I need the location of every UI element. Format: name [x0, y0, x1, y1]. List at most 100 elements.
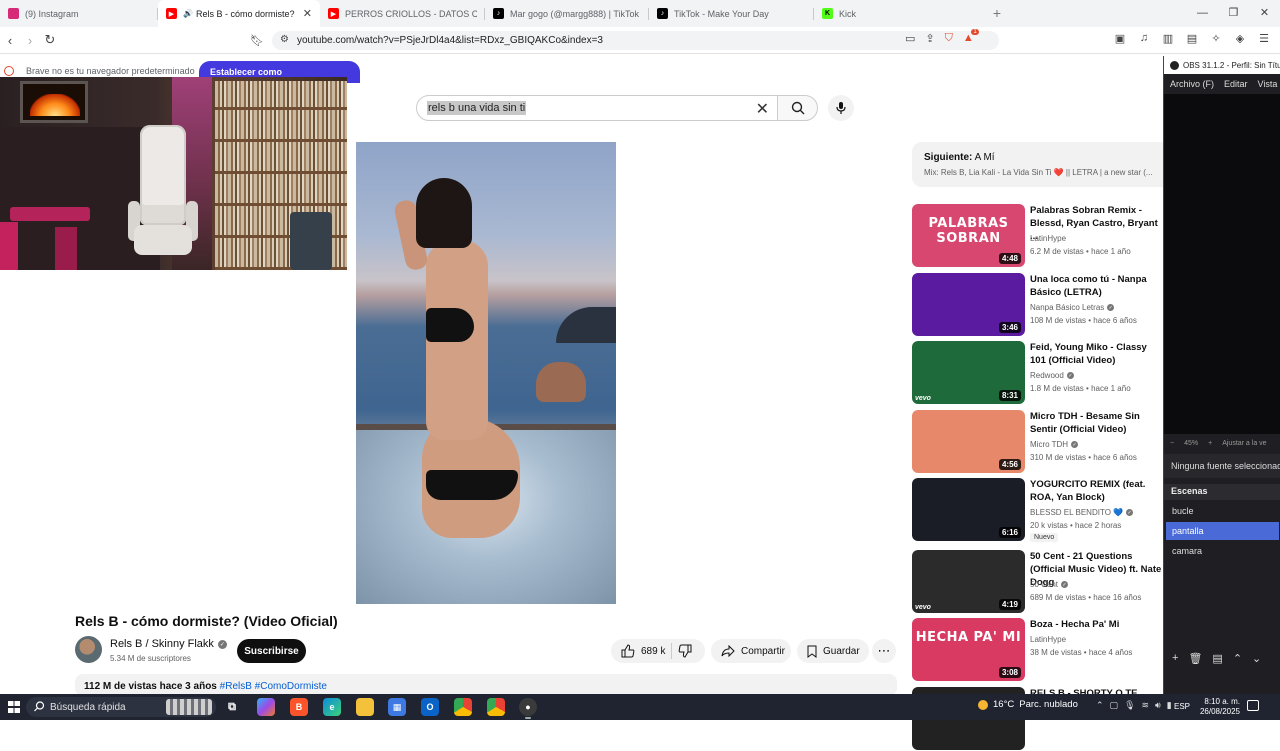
move-down-icon[interactable]: ⌄	[1252, 652, 1261, 665]
recommendation-channel[interactable]: LatinHype	[1030, 635, 1066, 644]
scene-bucle[interactable]: bucle	[1166, 502, 1279, 520]
zoom-fit[interactable]: Ajustar a la ve	[1222, 440, 1266, 447]
delete-scene-icon[interactable]: 🗑︎	[1188, 652, 1202, 665]
tray-chevron-icon[interactable]: ⌃	[1096, 700, 1104, 711]
tab-tiktok[interactable]: ♪ TikTok - Make Your Day	[649, 0, 814, 27]
recommendation-title[interactable]: YOGURCITO REMIX (feat. ROA, Yan Block)	[1030, 478, 1164, 504]
chrome-icon[interactable]	[454, 698, 472, 716]
bookmark-icon[interactable]: 🔖︎	[247, 34, 267, 47]
recommendation-item[interactable]: PALABRAS SOBRAN 4:48 Palabras Sobran Remix…	[912, 204, 1164, 268]
site-settings-icon[interactable]: ⚙︎	[280, 34, 289, 45]
forward-icon[interactable]: ›	[20, 33, 40, 48]
edge-icon[interactable]: e	[323, 698, 341, 716]
subscribe-button[interactable]: Suscribirse	[237, 639, 306, 663]
add-scene-icon[interactable]: +	[1172, 652, 1178, 664]
recommendation-channel[interactable]: Nanpa Básico Letras ✓	[1030, 303, 1115, 312]
recommendation-item[interactable]: 4:56 Micro TDH - Besame Sin Sentir (Offic…	[912, 410, 1164, 474]
sidebar-icon[interactable]: ▥	[1160, 32, 1176, 45]
address-bar[interactable]: ⚙︎ youtube.com/watch?v=PSjeJrDl4a4&list=…	[272, 31, 999, 50]
recommendation-title[interactable]: Feid, Young Miko - Classy 101 (Official …	[1030, 341, 1164, 367]
move-up-icon[interactable]: ⌃	[1233, 652, 1242, 665]
recommendation-item[interactable]: 3:46 Una loca como tú - Nanpa Básico (LET…	[912, 273, 1164, 337]
file-explorer-icon[interactable]	[356, 698, 374, 716]
dislike-icon[interactable]	[678, 644, 692, 658]
tab-tiktok-margg[interactable]: ♪ Mar gogo (@margg888) | TikTok	[485, 0, 649, 27]
reload-icon[interactable]: ↻	[40, 32, 60, 48]
obs-menu-vista[interactable]: Vista	[1258, 79, 1278, 89]
mix-playlist-panel[interactable]: Siguiente: A Mí Mix: Rels B, Lia Kali - …	[912, 142, 1166, 187]
task-view-icon[interactable]: ⧉	[223, 698, 241, 716]
recommendation-item[interactable]: 6:16 YOGURCITO REMIX (feat. ROA, Yan Bloc…	[912, 478, 1164, 542]
weather-widget[interactable]: 16°C Parc. nublado	[978, 699, 1078, 710]
recommendation-item[interactable]: vevo 8:31 Feid, Young Miko - Classy 101 (O…	[912, 341, 1164, 405]
video-player[interactable]	[356, 142, 616, 604]
share-icon[interactable]: ⇪	[925, 32, 934, 45]
leo-ai-icon[interactable]: ✧	[1208, 32, 1224, 45]
recommendation-item[interactable]: HECHA PA' MI 3:08 Boza - Hecha Pa' Mi Latin…	[912, 618, 1164, 682]
recommendation-channel[interactable]: LatinHype	[1030, 234, 1066, 243]
video-thumbnail[interactable]: 4:56	[912, 410, 1025, 473]
brave-icon[interactable]: B	[290, 698, 308, 716]
close-window-button[interactable]: ✕	[1249, 0, 1280, 27]
search-input[interactable]: rels b una vida sin ti ✕	[416, 95, 778, 121]
chrome-profile-icon[interactable]	[487, 698, 505, 716]
volume-icon[interactable]: 🔊︎	[1155, 700, 1161, 711]
media-icon[interactable]: ♫	[1136, 32, 1152, 45]
new-tab-button[interactable]: +	[986, 0, 1008, 27]
tab-kick[interactable]: K Kick	[814, 0, 974, 27]
recommendation-title[interactable]: Micro TDH - Besame Sin Sentir (Official …	[1030, 410, 1164, 436]
notifications-icon[interactable]	[1247, 700, 1259, 711]
obs-preview[interactable]	[1164, 94, 1280, 434]
recommendation-channel[interactable]: 50 Cent ✓	[1030, 580, 1069, 589]
video-description[interactable]: 112 M de vistas hace 3 años #RelsB #Como…	[75, 674, 897, 696]
clock[interactable]: 8:10 a. m. 26/08/2025	[1196, 697, 1240, 717]
zoom-out-button[interactable]: −	[1170, 440, 1174, 447]
tab-search-icon[interactable]: ▣	[1112, 32, 1128, 45]
maximize-button[interactable]: ❐	[1218, 0, 1249, 27]
video-thumbnail[interactable]: vevo 8:31	[912, 341, 1025, 404]
obs-taskbar-icon[interactable]: ●	[519, 698, 537, 719]
search-button[interactable]	[777, 95, 818, 121]
obs-menu-archivo[interactable]: Archivo (F)	[1170, 79, 1214, 89]
channel-name[interactable]: Rels B / Skinny Flakk ✓	[110, 638, 227, 650]
scene-camara[interactable]: camara	[1166, 542, 1279, 560]
copilot-icon[interactable]	[257, 698, 275, 716]
windows-start-icon[interactable]	[8, 701, 20, 713]
save-button[interactable]: Guardar	[797, 639, 869, 663]
battery-icon[interactable]: ▮	[1167, 700, 1172, 711]
share-button[interactable]: Compartir	[711, 639, 791, 663]
tab-instagram[interactable]: (9) Instagram	[0, 0, 158, 27]
recommendation-channel[interactable]: Redwood ✓	[1030, 371, 1074, 380]
video-thumbnail[interactable]: vevo 4:19	[912, 550, 1025, 613]
recommendation-channel[interactable]: BLESSD EL BENDITO 💙 ✓	[1030, 508, 1134, 517]
outlook-icon[interactable]: O	[421, 698, 439, 716]
vpn-icon[interactable]: ◈	[1232, 32, 1248, 45]
tray-mic-icon[interactable]: 🎙︎	[1124, 700, 1135, 711]
like-icon[interactable]	[621, 644, 635, 658]
cast-icon[interactable]: ▭	[905, 32, 915, 45]
hashtags[interactable]: #RelsB #ComoDormiste	[220, 681, 327, 692]
brave-rewards-icon[interactable]: ▲ 1	[963, 29, 979, 45]
scene-filters-icon[interactable]: ▤	[1212, 652, 1222, 665]
tray-app-icon[interactable]: ▢	[1110, 700, 1119, 711]
scene-pantalla[interactable]: pantalla	[1166, 522, 1279, 540]
wallet-icon[interactable]: ▤	[1184, 32, 1200, 45]
recommendation-title[interactable]: Una loca como tú - Nanpa Básico (LETRA)	[1030, 273, 1164, 299]
brave-shields-icon[interactable]: ⛉	[945, 32, 953, 45]
avatar[interactable]	[75, 636, 102, 663]
minimize-button[interactable]: —	[1187, 0, 1218, 27]
tab-youtube[interactable]: ▶ 🔊 Rels B - cómo dormiste? (Vide ✕	[158, 0, 320, 27]
store-icon[interactable]: ▦	[388, 698, 406, 716]
clear-search-icon[interactable]: ✕	[756, 99, 769, 119]
back-icon[interactable]: ‹	[0, 33, 20, 48]
more-actions-button[interactable]: ⋯	[872, 639, 896, 663]
like-count[interactable]: 689 k	[641, 646, 665, 657]
recommendation-item[interactable]: vevo 4:19 50 Cent - 21 Questions (Official…	[912, 550, 1164, 614]
video-thumbnail[interactable]: PALABRAS SOBRAN 4:48	[912, 204, 1025, 267]
video-thumbnail[interactable]: 3:46	[912, 273, 1025, 336]
language-indicator[interactable]: ESP	[1174, 702, 1190, 711]
recommendation-title[interactable]: Boza - Hecha Pa' Mi	[1030, 618, 1164, 631]
zoom-in-button[interactable]: +	[1208, 440, 1212, 447]
voice-search-button[interactable]	[828, 95, 854, 121]
video-thumbnail[interactable]: 6:16	[912, 478, 1025, 541]
